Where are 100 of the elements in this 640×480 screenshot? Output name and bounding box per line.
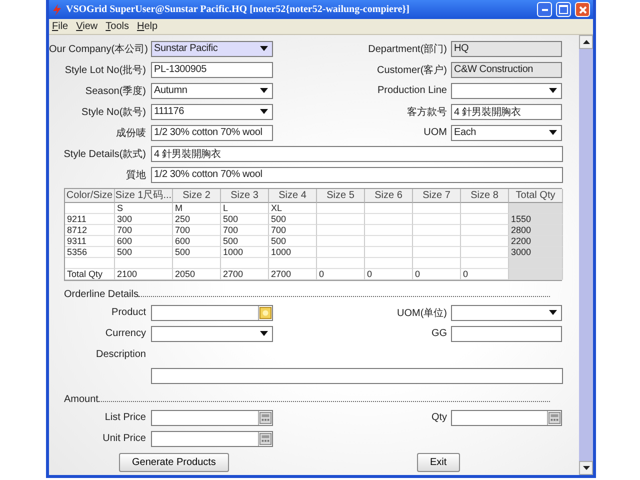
input-field[interactable]: 1/2 30% cotton 70% wool — [151, 124, 273, 140]
column-header[interactable]: Size 6 — [365, 189, 413, 203]
table-cell — [461, 258, 509, 269]
column-header[interactable]: Size 4 — [269, 189, 317, 203]
maximize-icon — [559, 5, 568, 14]
field-label: List Price — [104, 412, 146, 423]
maximize-button[interactable] — [556, 2, 571, 17]
calculator-icon[interactable] — [258, 432, 272, 446]
field-label: Department(部门) — [367, 42, 447, 56]
table-cell — [269, 258, 317, 269]
column-header[interactable]: Size 7 — [413, 189, 461, 203]
table-cell — [461, 236, 509, 247]
table-cell: 250 — [173, 214, 221, 225]
table-cell — [173, 258, 221, 269]
close-button[interactable] — [575, 2, 590, 17]
table-cell — [317, 203, 365, 214]
dropdown-field[interactable] — [451, 304, 562, 320]
section-title: Orderline Details — [64, 289, 138, 300]
table-cell: 2700 — [269, 269, 317, 280]
table-cell — [461, 247, 509, 258]
section-title: Amount — [64, 394, 98, 405]
dropdown-arrow-icon[interactable] — [549, 88, 557, 93]
input-field[interactable]: 4 針男裝開胸衣 — [151, 146, 563, 162]
table-cell: 500 — [221, 236, 269, 247]
scrollbar[interactable] — [579, 35, 593, 475]
table-cell: L — [221, 203, 269, 214]
scroll-down-icon[interactable] — [582, 466, 590, 470]
column-header[interactable]: Size 5 — [317, 189, 365, 203]
column-header[interactable]: Total Qty — [509, 189, 563, 203]
field-label: Customer(客户) — [376, 64, 447, 76]
column-header[interactable]: Size 2 — [173, 189, 221, 203]
field-label: Style Lot No(批号) — [64, 64, 146, 76]
menu-item[interactable]: Tools — [106, 21, 129, 32]
field-label: Product — [110, 307, 146, 318]
calculator-icon[interactable] — [258, 410, 272, 424]
table-cell — [509, 203, 563, 214]
table-cell: 700 — [221, 225, 269, 236]
lookup-icon[interactable] — [258, 306, 272, 320]
dropdown-field[interactable]: Each — [451, 124, 562, 140]
field-label: UOM — [422, 127, 447, 138]
dropdown-field[interactable] — [451, 82, 562, 98]
column-header[interactable]: Size 8 — [461, 189, 509, 203]
column-header[interactable]: Size 1尺码... — [115, 189, 173, 203]
action-button[interactable]: Generate Products — [119, 453, 229, 472]
description-field[interactable] — [151, 368, 563, 384]
dropdown-field[interactable]: 111176 — [151, 104, 273, 120]
dropdown-arrow-icon[interactable] — [549, 130, 557, 135]
column-header[interactable]: Size 3 — [221, 189, 269, 203]
table-cell: 9211 — [65, 214, 115, 225]
readonly-field[interactable]: HQ — [451, 40, 562, 56]
table-cell: 500 — [115, 247, 173, 258]
calculator-icon[interactable] — [547, 410, 561, 424]
minimize-icon — [542, 8, 548, 10]
dropdown-arrow-icon[interactable] — [260, 331, 268, 336]
table-cell — [413, 258, 461, 269]
field-label: Our Company(本公司) — [49, 42, 146, 56]
field-label: Currency — [104, 328, 146, 339]
dropdown-field[interactable]: Sunstar Pacific — [151, 40, 273, 56]
column-header[interactable]: Color/Size — [65, 189, 115, 203]
scroll-up-icon[interactable] — [582, 40, 590, 44]
dropdown-arrow-icon[interactable] — [549, 310, 557, 315]
input-field[interactable]: 1/2 30% cotton 70% wool — [151, 166, 563, 182]
input-field[interactable] — [451, 326, 562, 342]
table-cell — [365, 225, 413, 236]
field-label: UOM(单位) — [396, 306, 447, 320]
input-field[interactable]: 4 針男裝開胸衣 — [451, 104, 562, 120]
table-cell: 0 — [461, 269, 509, 280]
lookup-field[interactable] — [151, 304, 273, 320]
action-button[interactable]: Exit — [416, 453, 460, 472]
menu-item[interactable]: File — [52, 21, 68, 32]
table-cell: 600 — [115, 236, 173, 247]
field-label: GG — [430, 328, 447, 339]
dropdown-arrow-icon[interactable] — [260, 88, 268, 93]
menu-item[interactable]: View — [76, 21, 98, 32]
dropdown-field[interactable]: Autumn — [151, 82, 273, 98]
dropdown-field[interactable] — [151, 326, 273, 342]
dropdown-arrow-icon[interactable] — [260, 109, 268, 114]
minimize-button[interactable] — [537, 2, 552, 17]
number-field[interactable] — [451, 410, 562, 426]
table-cell: 3000 — [509, 247, 563, 258]
field-label: 質地 — [125, 168, 146, 182]
field-label: Production Line — [376, 85, 447, 96]
table-cell: 2700 — [221, 269, 269, 280]
table-cell: 2200 — [509, 236, 563, 247]
table-cell: 1000 — [221, 247, 269, 258]
dropdown-arrow-icon[interactable] — [260, 46, 268, 51]
field-label: 成份唛 — [115, 126, 146, 140]
input-field[interactable]: PL-1300905 — [151, 62, 273, 78]
table-cell — [461, 214, 509, 225]
table-cell: 700 — [115, 225, 173, 236]
readonly-field[interactable]: C&W Construction — [451, 62, 562, 78]
table-cell: 700 — [173, 225, 221, 236]
menu-item[interactable]: Help — [137, 21, 158, 32]
field-label: Qty — [430, 412, 447, 423]
number-field[interactable] — [151, 430, 273, 446]
table-cell — [509, 269, 563, 280]
table-cell — [365, 203, 413, 214]
table-cell: 500 — [173, 247, 221, 258]
table-cell — [317, 258, 365, 269]
number-field[interactable] — [151, 410, 273, 426]
